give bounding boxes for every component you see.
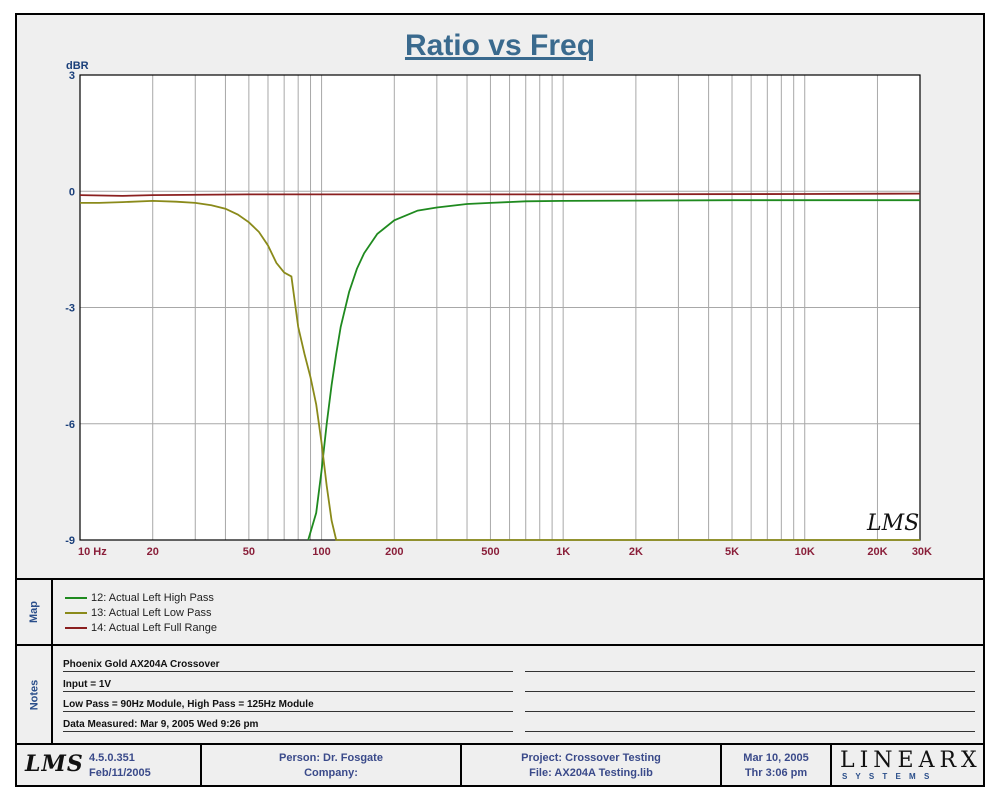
person-text: Person: Dr. Fosgate [279, 752, 383, 764]
time-text: Thr 3:06 pm [744, 767, 808, 779]
legend-entry: 13: Actual Left Low Pass [65, 607, 211, 619]
company-text: Company: [304, 767, 358, 779]
x-tick-label: 20K [867, 546, 887, 558]
lms-logo: LMS [25, 751, 84, 777]
note-line-3: Low Pass = 90Hz Module, High Pass = 125H… [63, 698, 513, 712]
legend-label: 14: Actual Left Full Range [91, 622, 217, 634]
y-tick-label: -6 [65, 419, 75, 431]
map-section: Map 12: Actual Left High Pass 13: Actual … [17, 578, 983, 644]
legend-entry: 12: Actual Left High Pass [65, 592, 214, 604]
y-tick-label: -3 [65, 303, 75, 315]
note-line-1: Phoenix Gold AX204A Crossover [63, 658, 513, 672]
footer-brand-cell: LINEARX S Y S T E M S [832, 745, 983, 787]
legend-swatch [65, 612, 87, 614]
x-tick-label: 500 [481, 546, 499, 558]
y-tick-label: 0 [69, 186, 75, 198]
y-axis-label: dBR [66, 60, 89, 72]
x-tick-label: 1K [556, 546, 570, 558]
note-blank-2 [525, 678, 975, 692]
note-line-4: Data Measured: Mar 9, 2005 Wed 9:26 pm [63, 718, 513, 732]
project-text: Project: Crossover Testing [521, 752, 661, 764]
legend-swatch [65, 597, 87, 599]
y-tick-label: -9 [65, 535, 75, 547]
x-tick-label: 5K [725, 546, 739, 558]
version-text: 4.5.0.351 [89, 752, 135, 764]
footer: LMS 4.5.0.351 Feb/11/2005 Person: Dr. Fo… [17, 743, 983, 787]
lms-watermark: LMS [866, 511, 919, 536]
report-frame: Ratio vs Freq 3 0 -3 -6 -9 dBR 10 Hz 20 50 100 200… [15, 13, 985, 787]
footer-version-cell: LMS 4.5.0.351 Feb/11/2005 [17, 745, 202, 787]
footer-person-cell: Person: Dr. Fosgate Company: [202, 745, 462, 787]
notes-side-label: Notes [17, 646, 53, 743]
x-tick-label: 20 [147, 546, 159, 558]
file-text: File: AX204A Testing.lib [529, 767, 653, 779]
legend-swatch [65, 627, 87, 629]
x-tick-label: 200 [385, 546, 403, 558]
notes-section: Notes Phoenix Gold AX204A Crossover Inpu… [17, 644, 983, 743]
x-tick-label: 10K [795, 546, 815, 558]
x-tick-label: 30K [912, 546, 932, 558]
note-blank-1 [525, 658, 975, 672]
x-tick-label: 10 Hz [78, 546, 107, 558]
note-blank-4 [525, 718, 975, 732]
chart-svg: 30-3-6-9dBR10 Hz 20 50 100 200 500 1K 2K 5K 10K 20… [65, 60, 932, 558]
legend-label: 13: Actual Left Low Pass [91, 607, 212, 619]
x-tick-label: 50 [243, 546, 255, 558]
systems-text: S Y S T E M S [842, 772, 933, 781]
note-line-2: Input = 1V [63, 678, 513, 692]
x-tick-label: 100 [312, 546, 330, 558]
footer-project-cell: Project: Crossover Testing File: AX204A … [462, 745, 722, 787]
x-tick-label: 2K [629, 546, 643, 558]
legend-label: 12: Actual Left High Pass [91, 592, 214, 604]
map-side-label: Map [17, 580, 53, 644]
linearx-logo: LINEARX [840, 748, 982, 773]
legend-entry: 14: Actual Left Full Range [65, 622, 217, 634]
chart-area: Ratio vs Freq 3 0 -3 -6 -9 dBR 10 Hz 20 50 100 200… [17, 15, 983, 578]
date-text: Mar 10, 2005 [743, 752, 809, 764]
version-date: Feb/11/2005 [89, 767, 151, 779]
note-blank-3 [525, 698, 975, 712]
footer-date-cell: Mar 10, 2005 Thr 3:06 pm [722, 745, 832, 787]
